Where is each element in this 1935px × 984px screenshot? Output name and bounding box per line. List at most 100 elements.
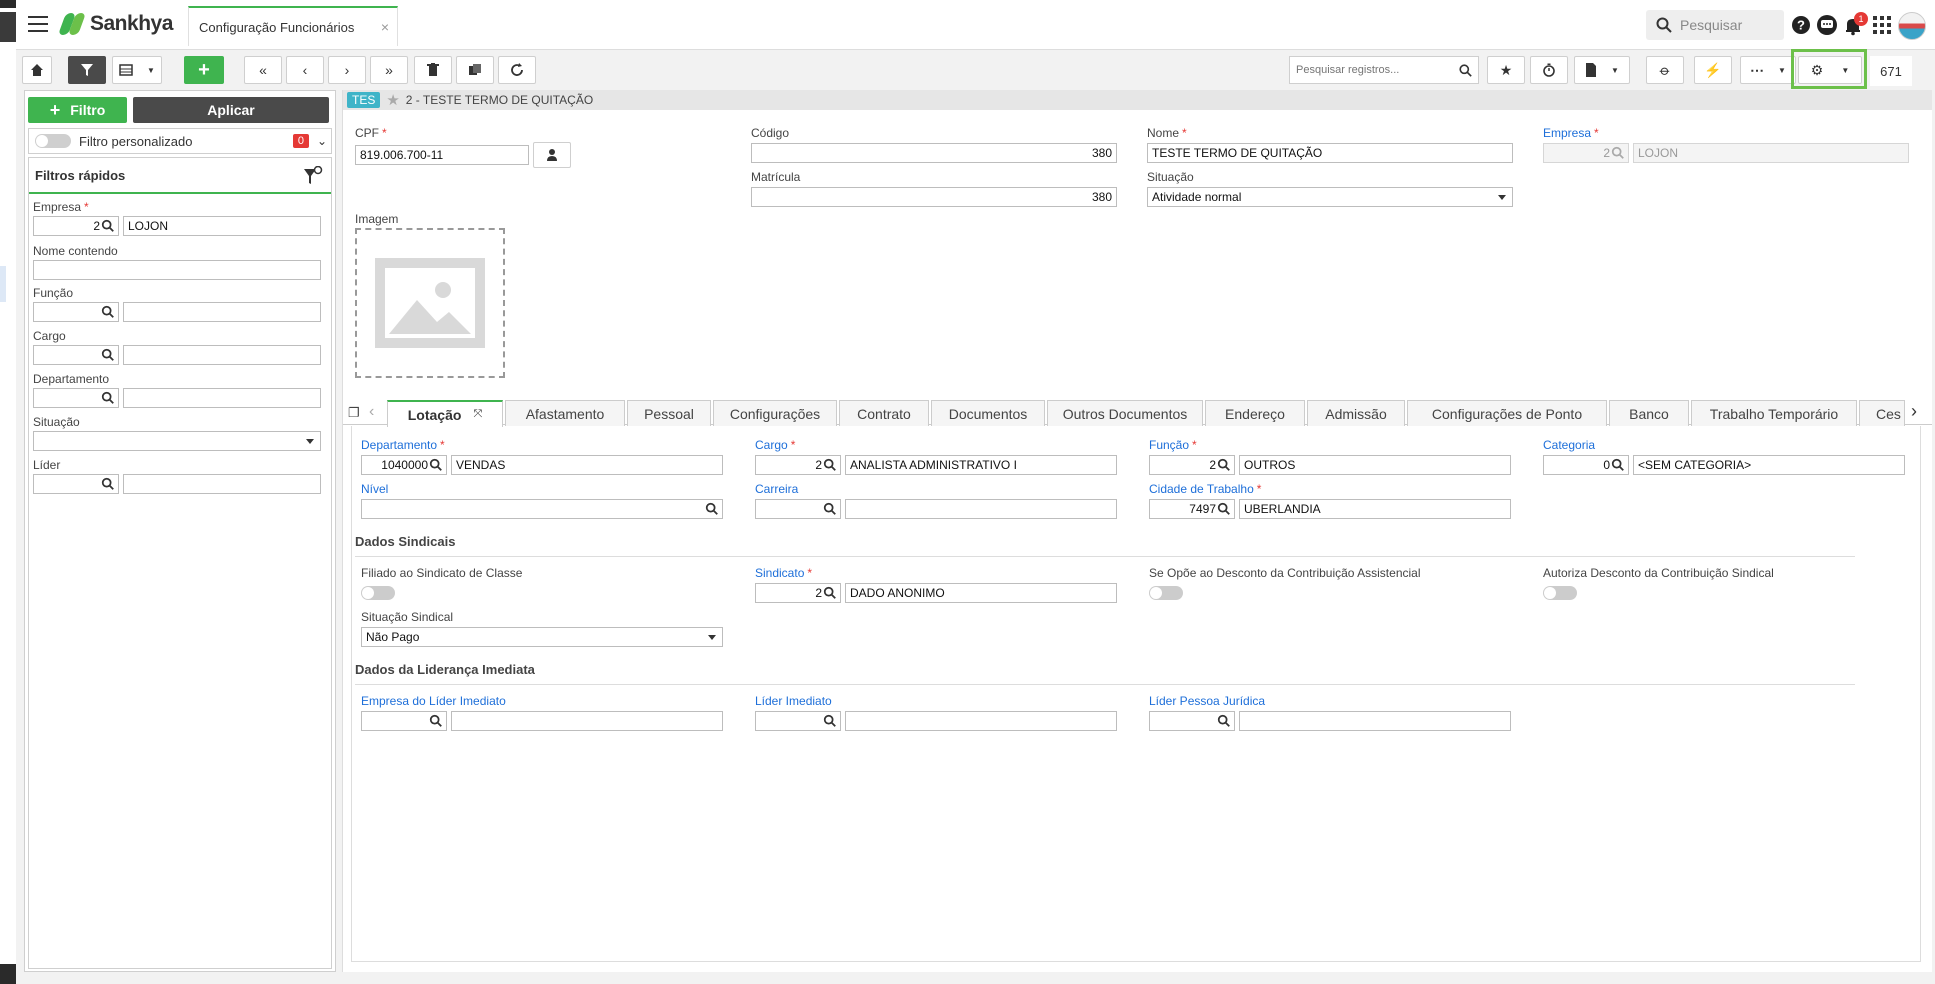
first-record-button[interactable]: « [244, 56, 282, 84]
home-button[interactable] [22, 56, 52, 84]
tabs-scroll-left-icon[interactable]: ‹ [369, 403, 374, 421]
search-icon[interactable] [705, 502, 719, 516]
search-icon[interactable] [101, 305, 115, 319]
search-icon[interactable] [1217, 502, 1231, 516]
empresa-label[interactable]: Empresa * [1543, 126, 1599, 140]
autoriza-desconto-toggle[interactable] [1543, 586, 1577, 600]
carreira-label[interactable]: Carreira [755, 482, 798, 496]
search-icon[interactable] [101, 219, 115, 233]
funcao-filter-name[interactable] [123, 302, 321, 322]
delete-button[interactable] [414, 56, 452, 84]
tab-lotacao[interactable]: Lotação ⤧ [387, 400, 503, 427]
empresa-filter-code[interactable]: 2 [33, 216, 119, 236]
avatar[interactable] [1898, 12, 1926, 40]
situacao-sindical-select[interactable]: Não Pago [361, 627, 723, 647]
attachment-button[interactable]: ⌀ [1646, 56, 1684, 84]
tab-configuracoes[interactable]: Configurações [713, 400, 837, 426]
menu-icon[interactable] [28, 16, 48, 32]
global-search[interactable]: Pesquisar [1646, 10, 1784, 40]
funcao-name-input[interactable]: OUTROS [1239, 455, 1511, 475]
cargo-filter-name[interactable] [123, 345, 321, 365]
cidade-code-input[interactable]: 7497 [1149, 499, 1235, 519]
lider-imediato-code-input[interactable] [755, 711, 841, 731]
search-icon[interactable] [1217, 458, 1231, 472]
departamento-name-input[interactable]: VENDAS [451, 455, 723, 475]
grid-view-button[interactable]: ▼ [112, 56, 162, 84]
categoria-label[interactable]: Categoria [1543, 438, 1595, 452]
help-icon[interactable]: ? [1790, 14, 1812, 36]
tab-configuracao-funcionarios[interactable]: Configuração Funcionários × [188, 6, 398, 46]
timer-button[interactable] [1530, 56, 1568, 84]
carreira-name-input[interactable] [845, 499, 1117, 519]
lider-filter-code[interactable] [33, 474, 119, 494]
brand-logo[interactable]: Sankhya [57, 12, 173, 36]
filter-settings-icon[interactable] [303, 166, 323, 186]
lider-pj-label[interactable]: Líder Pessoa Jurídica [1149, 694, 1265, 708]
categoria-name-input[interactable]: <SEM CATEGORIA> [1633, 455, 1905, 475]
carreira-code-input[interactable] [755, 499, 841, 519]
funcao-label[interactable]: Função * [1149, 438, 1197, 452]
search-icon[interactable] [429, 714, 443, 728]
chat-icon[interactable] [1816, 14, 1838, 36]
cargo-name-input[interactable]: ANALISTA ADMINISTRATIVO I [845, 455, 1117, 475]
tab-admissao[interactable]: Admissão [1307, 400, 1405, 426]
actions-button[interactable]: ⚡ [1694, 56, 1732, 84]
tab-close-icon[interactable]: × [381, 19, 389, 35]
image-upload-area[interactable] [355, 228, 505, 378]
search-icon[interactable] [823, 714, 837, 728]
lider-pj-code-input[interactable] [1149, 711, 1235, 731]
favorite-button[interactable]: ★ [1487, 56, 1525, 84]
search-icon[interactable] [101, 477, 115, 491]
tab-outros-documentos[interactable]: Outros Documentos [1047, 400, 1203, 426]
search-icon[interactable] [1217, 714, 1231, 728]
tab-banco[interactable]: Banco [1609, 400, 1689, 426]
tab-cessao[interactable]: Ces [1859, 400, 1905, 426]
empresa-lider-code-input[interactable] [361, 711, 447, 731]
add-filter-button[interactable]: + Filtro [28, 97, 127, 123]
departamento-code-input[interactable]: 1040000 [361, 455, 447, 475]
cidade-trabalho-label[interactable]: Cidade de Trabalho * [1149, 482, 1261, 496]
lider-filter-name[interactable] [123, 474, 321, 494]
last-record-button[interactable]: » [370, 56, 408, 84]
add-button[interactable]: + [184, 56, 224, 84]
search-icon[interactable] [823, 586, 837, 600]
search-icon[interactable] [429, 458, 443, 472]
cargo-filter-code[interactable] [33, 345, 119, 365]
empresa-lider-label[interactable]: Empresa do Líder Imediato [361, 694, 506, 708]
opoe-desconto-toggle[interactable] [1149, 586, 1183, 600]
report-button[interactable]: ▼ [1574, 56, 1630, 84]
search-icon[interactable] [823, 458, 837, 472]
duplicate-button[interactable] [456, 56, 494, 84]
star-icon[interactable]: ★ [386, 91, 399, 109]
departamento-label[interactable]: Departamento * [361, 438, 445, 452]
custom-filter-toggle[interactable] [35, 134, 71, 148]
tab-contrato[interactable]: Contrato [839, 400, 929, 426]
copy-tab-icon[interactable]: ❐ [348, 405, 360, 421]
departamento-filter-name[interactable] [123, 388, 321, 408]
cargo-label[interactable]: Cargo * [755, 438, 795, 452]
apps-grid-icon[interactable] [1871, 14, 1893, 36]
lider-imediato-label[interactable]: Líder Imediato [755, 694, 832, 708]
expand-icon[interactable]: ⤧ [473, 408, 482, 421]
sindicato-label[interactable]: Sindicato * [755, 566, 812, 580]
search-icon[interactable] [101, 391, 115, 405]
apply-button[interactable]: Aplicar [133, 97, 329, 123]
categoria-code-input[interactable]: 0 [1543, 455, 1629, 475]
tab-endereco[interactable]: Endereço [1205, 400, 1305, 426]
search-icon[interactable] [1611, 458, 1625, 472]
lider-imediato-name-input[interactable] [845, 711, 1117, 731]
tab-trabalho-temporario[interactable]: Trabalho Temporário [1691, 400, 1857, 426]
search-icon[interactable] [823, 502, 837, 516]
sindicato-name-input[interactable]: DADO ANONIMO [845, 583, 1117, 603]
tabs-scroll-right-icon[interactable]: › [1911, 401, 1917, 422]
records-search-input[interactable] [1296, 64, 1446, 76]
situacao-select[interactable]: Atividade normal [1147, 187, 1513, 207]
tab-pessoal[interactable]: Pessoal [627, 400, 711, 426]
matricula-input[interactable]: 380 [751, 187, 1117, 207]
cargo-code-input[interactable]: 2 [755, 455, 841, 475]
next-record-button[interactable]: › [328, 56, 366, 84]
cidade-name-input[interactable]: UBERLANDIA [1239, 499, 1511, 519]
situacao-filter-select[interactable] [33, 431, 321, 451]
filiado-toggle[interactable] [361, 586, 395, 600]
departamento-filter-code[interactable] [33, 388, 119, 408]
